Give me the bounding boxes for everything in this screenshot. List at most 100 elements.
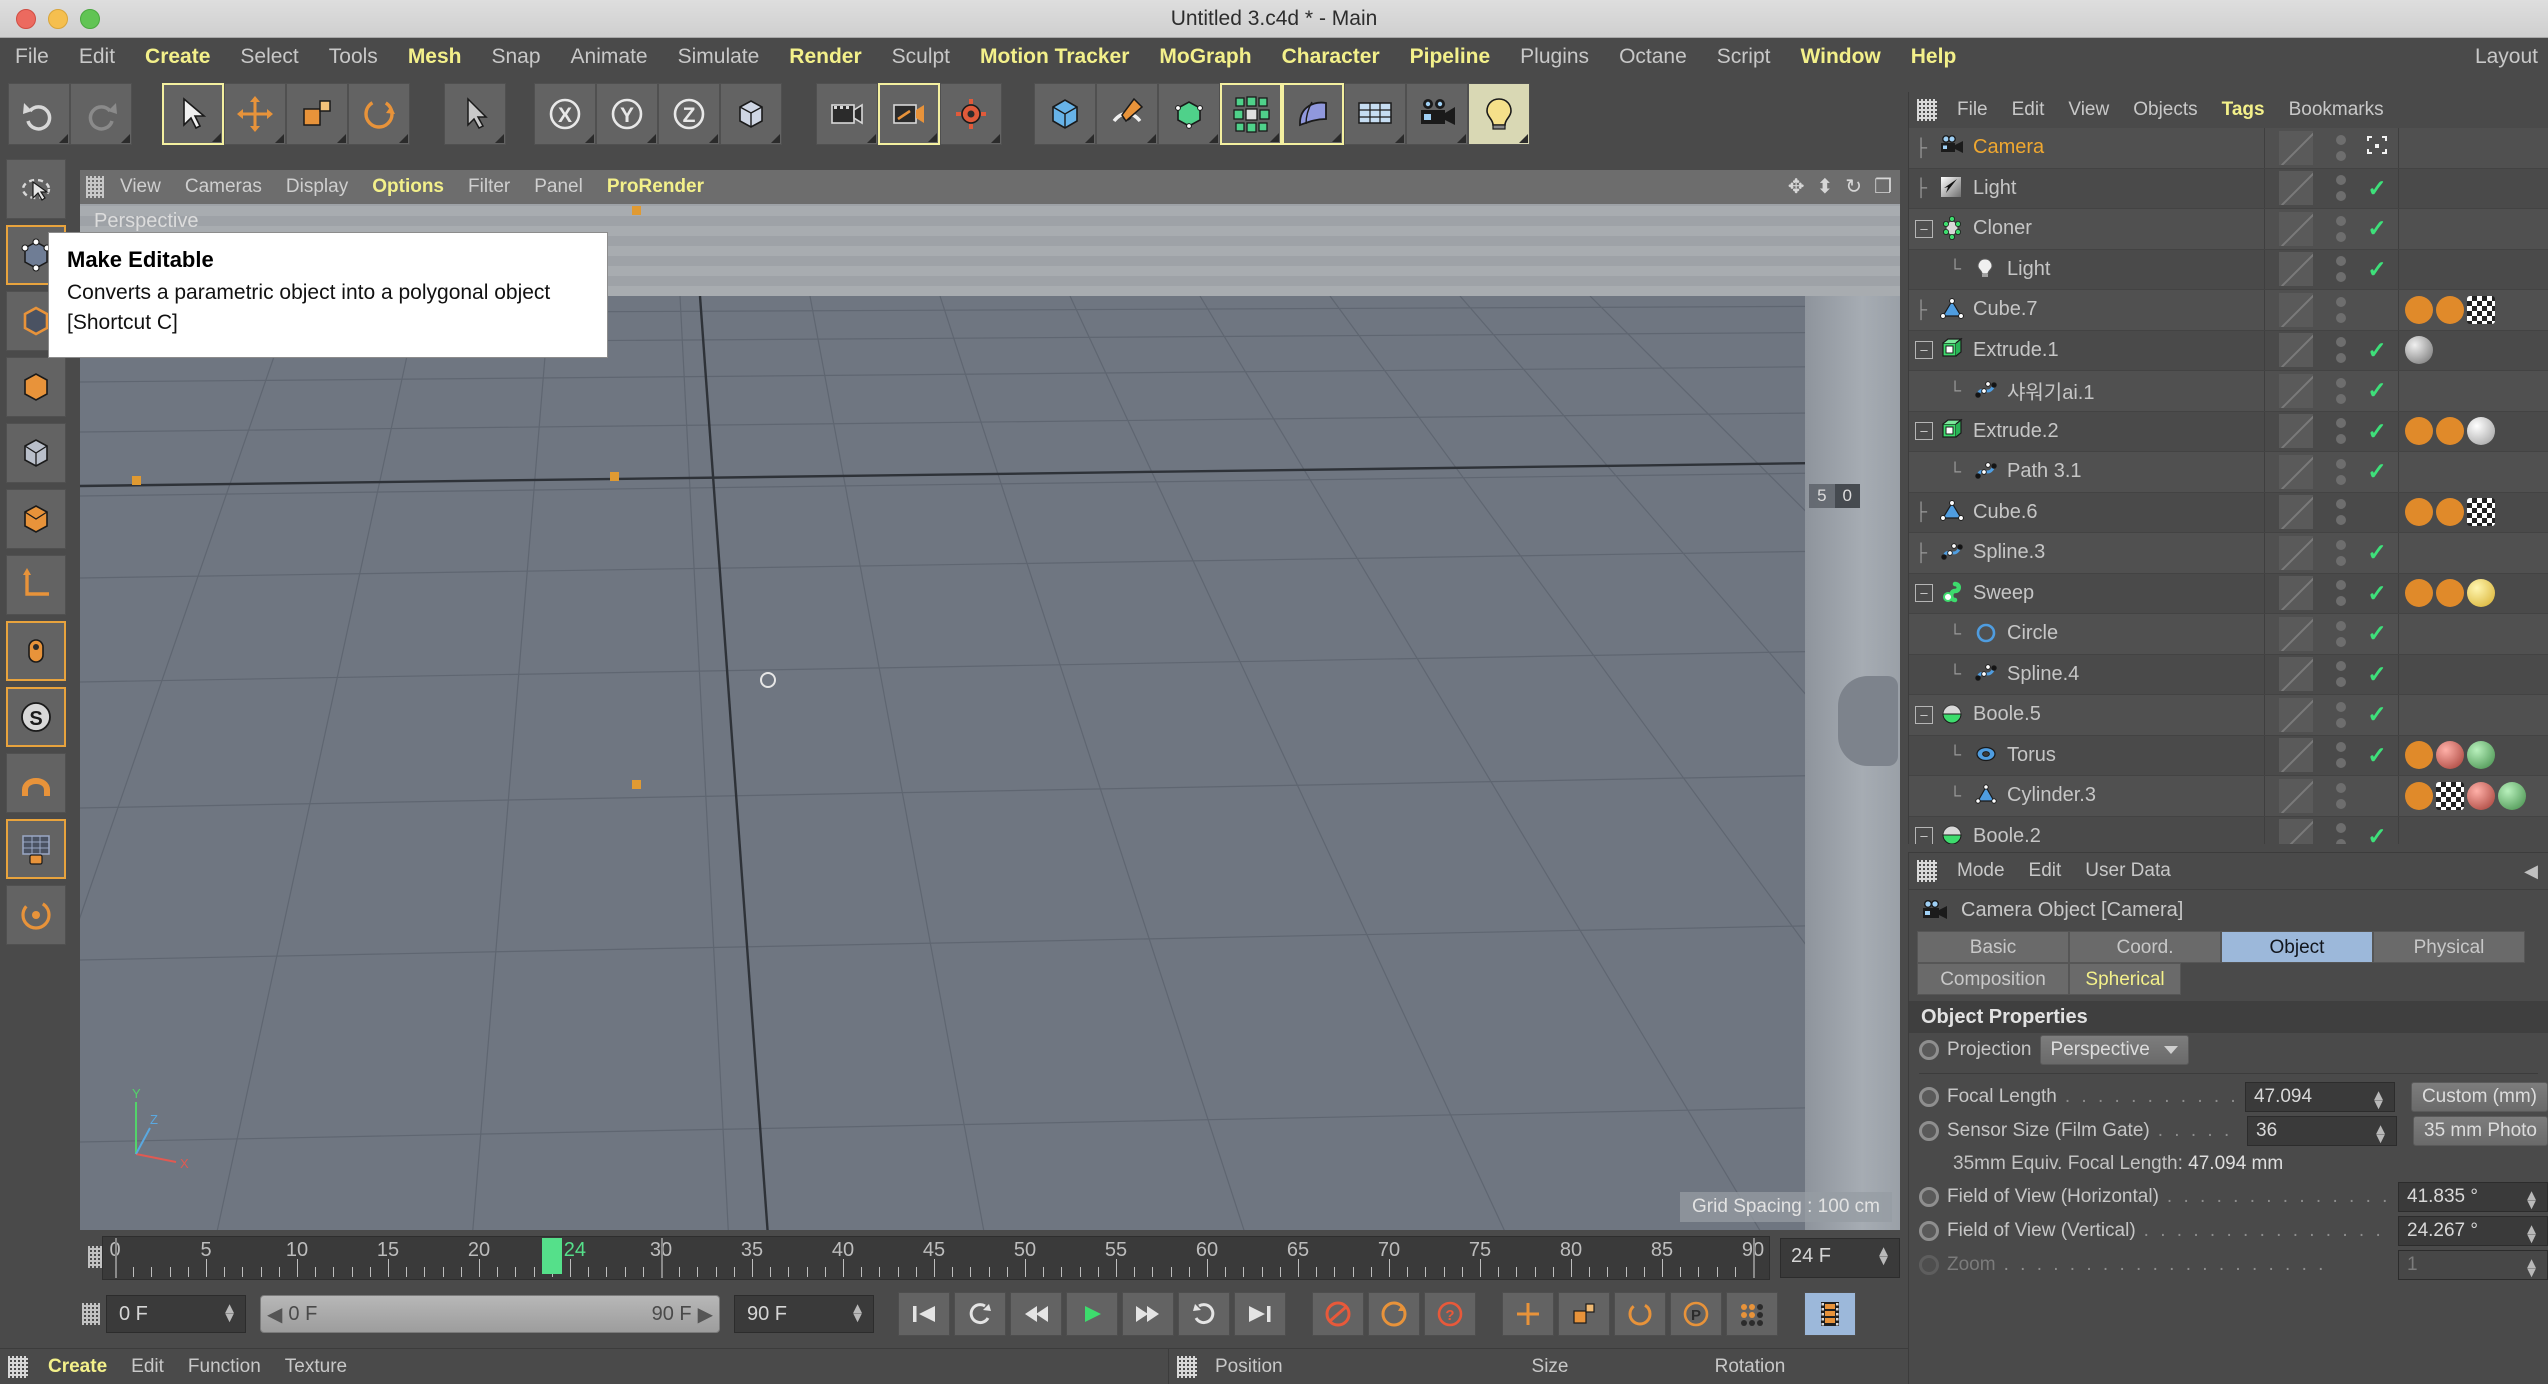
stepper-icon[interactable]: ▲ ▼	[850, 1301, 865, 1325]
viewport-menu-display[interactable]: Display	[274, 170, 360, 204]
layer-column[interactable]	[2264, 533, 2326, 573]
enabled-check-icon[interactable]: ✓	[2367, 743, 2386, 767]
object-row[interactable]: – Sweep ✓	[1909, 573, 2548, 614]
enabled-check-icon[interactable]: ✓	[2367, 176, 2386, 200]
object-row[interactable]: – Extrude.2 ✓	[1909, 411, 2548, 452]
layer-swatch-icon[interactable]	[2278, 535, 2313, 570]
viewport-menu-cameras[interactable]: Cameras	[173, 170, 274, 204]
visibility-dots[interactable]	[2326, 290, 2356, 330]
scene-handle-point[interactable]	[132, 476, 141, 485]
tag-green-icon[interactable]	[2467, 741, 2495, 770]
render-visibility-icon[interactable]	[2336, 393, 2346, 404]
layer-swatch-icon[interactable]	[2278, 454, 2313, 489]
panel-grip-icon[interactable]	[1177, 1355, 1197, 1378]
panel-grip-icon[interactable]	[8, 1355, 28, 1378]
enable-column[interactable]: ✓	[2356, 452, 2398, 492]
go-to-end-button[interactable]	[1234, 1292, 1286, 1336]
editor-visibility-icon[interactable]	[2336, 701, 2346, 712]
editor-visibility-icon[interactable]	[2336, 620, 2346, 631]
visibility-dots[interactable]	[2326, 250, 2356, 290]
viewport-lock-button[interactable]	[6, 819, 66, 879]
render-visibility-icon[interactable]	[2336, 596, 2346, 607]
timeline-playhead[interactable]	[541, 1238, 562, 1274]
redo-button[interactable]	[70, 83, 132, 145]
render-visibility-icon[interactable]	[2336, 474, 2346, 485]
enable-column[interactable]: ✓	[2356, 331, 2398, 371]
enable-column[interactable]: ✓	[2356, 412, 2398, 452]
menu-octane[interactable]: Octane	[1604, 38, 1702, 75]
layer-swatch-icon[interactable]	[2278, 576, 2313, 611]
editor-visibility-icon[interactable]	[2336, 499, 2346, 510]
object-row[interactable]: └ Torus ✓	[1909, 735, 2548, 776]
render-visibility-icon[interactable]	[2336, 758, 2346, 769]
property-field[interactable]: 24.267 ° ▲ ▼	[2398, 1216, 2548, 1246]
keyframe-selection-button[interactable]: ?	[1424, 1292, 1476, 1336]
stepper-icon[interactable]: ▲ ▼	[1876, 1244, 1891, 1268]
layer-swatch-icon[interactable]	[2278, 697, 2313, 732]
tags-column[interactable]	[2398, 290, 2548, 330]
om-menu-file[interactable]: File	[1945, 92, 2000, 128]
render-visibility-icon[interactable]	[2336, 636, 2346, 647]
timeline[interactable]: 051015203035404550556065707580859024 24 …	[80, 1232, 1900, 1284]
tags-column[interactable]	[2398, 816, 2548, 844]
render-visibility-icon[interactable]	[2336, 717, 2346, 728]
visibility-dots[interactable]	[2326, 371, 2356, 411]
deformer-button[interactable]	[1282, 83, 1344, 145]
expand-collapse-icon[interactable]: –	[1915, 705, 1933, 724]
tags-column[interactable]	[2398, 249, 2548, 289]
end-frame-field[interactable]: 90 F ▲ ▼	[734, 1295, 874, 1333]
transport-grip-icon[interactable]	[82, 1303, 100, 1325]
object-row[interactable]: └ 샤워기ai.1 ✓	[1909, 371, 2548, 412]
material-menu-create[interactable]: Create	[36, 1349, 119, 1384]
expand-collapse-icon[interactable]: –	[1915, 422, 1933, 441]
object-row[interactable]: └ Light ✓	[1909, 249, 2548, 290]
layer-swatch-icon[interactable]	[2278, 130, 2313, 165]
current-frame-field[interactable]: 0 F ▲ ▼	[106, 1295, 246, 1333]
layer-swatch-icon[interactable]	[2278, 414, 2313, 449]
scene-handle-point[interactable]	[632, 206, 641, 215]
visibility-dots[interactable]	[2326, 128, 2356, 168]
enable-column[interactable]: ✓	[2356, 169, 2398, 209]
object-row[interactable]: ├ Light ✓	[1909, 168, 2548, 209]
enable-column[interactable]: ✓	[2356, 736, 2398, 776]
layer-swatch-icon[interactable]	[2278, 171, 2313, 206]
camera-button[interactable]	[1406, 83, 1468, 145]
cube-primitive-button[interactable]	[1034, 83, 1096, 145]
layer-swatch-icon[interactable]	[2278, 373, 2313, 408]
menu-window[interactable]: Window	[1785, 38, 1895, 75]
tag-orange-icon[interactable]	[2405, 579, 2433, 608]
object-row[interactable]: – Cloner ✓	[1909, 209, 2548, 250]
enable-column[interactable]	[2356, 290, 2398, 330]
mograph-button[interactable]	[1220, 83, 1282, 145]
range-right-arrow-icon[interactable]: ▶	[698, 1302, 713, 1327]
timeline-toggle-button[interactable]	[1804, 1292, 1856, 1336]
position-key-button[interactable]	[1502, 1292, 1554, 1336]
object-row[interactable]: – Boole.2 ✓	[1909, 816, 2548, 844]
property-field[interactable]: 1 ▲ ▼	[2398, 1250, 2548, 1280]
menu-render[interactable]: Render	[774, 38, 876, 75]
enabled-check-icon[interactable]: ✓	[2367, 662, 2386, 686]
render-visibility-icon[interactable]	[2336, 798, 2346, 809]
tag-checker-icon[interactable]	[2467, 498, 2495, 527]
enabled-check-icon[interactable]: ✓	[2367, 541, 2386, 564]
tag-red-icon[interactable]	[2436, 741, 2464, 770]
editor-visibility-icon[interactable]	[2336, 215, 2346, 226]
expand-collapse-icon[interactable]: –	[1915, 219, 1933, 238]
tag-orange-icon[interactable]	[2405, 741, 2433, 770]
stepper-icon[interactable]: ▲ ▼	[222, 1301, 237, 1325]
menu-simulate[interactable]: Simulate	[663, 38, 775, 75]
property-field[interactable]: 36 ▲ ▼	[2247, 1116, 2397, 1146]
expand-collapse-icon[interactable]: –	[1915, 341, 1933, 360]
magnet-button[interactable]	[6, 753, 66, 813]
layer-column[interactable]	[2264, 573, 2326, 613]
tags-column[interactable]	[2398, 452, 2548, 492]
tag-orange-icon[interactable]	[2436, 295, 2464, 324]
am-menu-edit[interactable]: Edit	[2017, 853, 2074, 889]
layer-column[interactable]	[2264, 776, 2326, 816]
layer-column[interactable]	[2264, 290, 2326, 330]
viewport-menu-panel[interactable]: Panel	[522, 170, 595, 204]
menu-select[interactable]: Select	[225, 38, 313, 75]
tag-orange-icon[interactable]	[2405, 498, 2433, 527]
enabled-check-icon[interactable]: ✓	[2367, 824, 2386, 844]
layer-column[interactable]	[2264, 654, 2326, 694]
